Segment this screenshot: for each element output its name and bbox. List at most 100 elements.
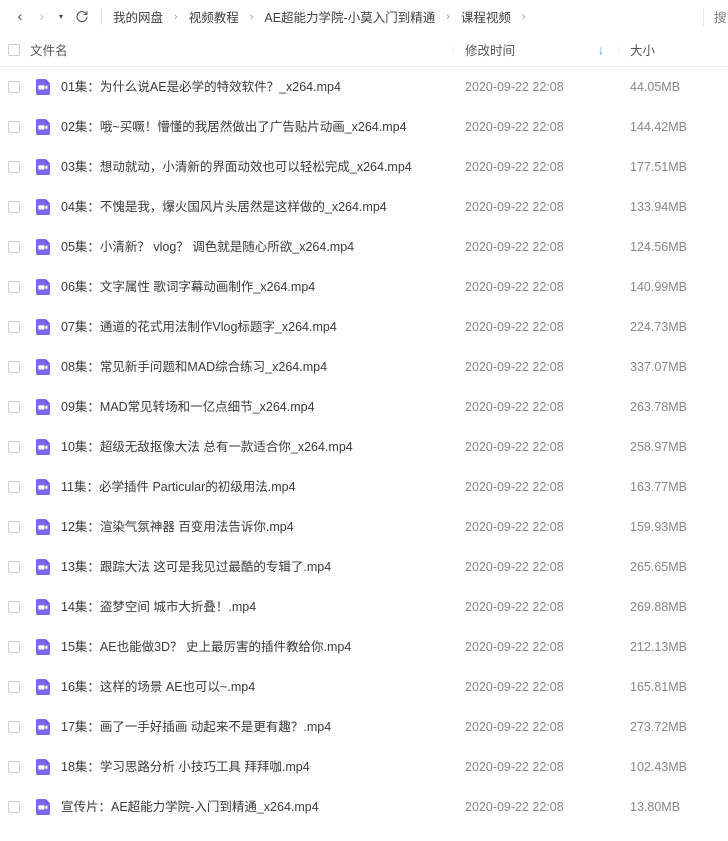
file-name-cell[interactable]: 05集：小清新？ vlog？ 调色就是随心所欲_x264.mp4 [26,238,453,256]
row-checkbox[interactable] [8,241,20,253]
table-row[interactable]: 08集：常见新手问题和MAD综合练习_x264.mp4 2020-09-22 2… [0,347,728,387]
file-name-cell[interactable]: 06集：文字属性 歌词字幕动画制作_x264.mp4 [26,278,453,296]
file-name-cell[interactable]: 16集：这样的场景 AE也可以~.mp4 [26,678,453,696]
table-row[interactable]: 18集：学习思路分析 小技巧工具 拜拜咖.mp4 2020-09-22 22:0… [0,747,728,787]
table-row[interactable]: 09集：MAD常见转场和一亿点细节_x264.mp4 2020-09-22 22… [0,387,728,427]
breadcrumb-item-3[interactable]: 课程视频 [459,6,513,27]
row-checkbox[interactable] [8,161,20,173]
row-checkbox[interactable] [8,201,20,213]
row-checkbox[interactable] [8,441,20,453]
file-name-cell[interactable]: 15集：AE也能做3D？ 史上最厉害的插件教给你.mp4 [26,638,453,656]
row-select-cell[interactable] [0,401,26,413]
breadcrumb-item-0[interactable]: 我的网盘 [111,6,165,27]
table-row[interactable]: 10集：超级无敌抠像大法 总有一款适合你_x264.mp4 2020-09-22… [0,427,728,467]
file-name-label: 05集：小清新？ vlog？ 调色就是随心所欲_x264.mp4 [61,239,355,254]
table-row[interactable]: 12集：渲染气氛神器 百变用法告诉你.mp4 2020-09-22 22:08 … [0,507,728,547]
row-checkbox[interactable] [8,481,20,493]
row-select-cell[interactable] [0,601,26,613]
row-select-cell[interactable] [0,441,26,453]
column-header-name[interactable]: 文件名 [26,40,453,59]
file-name-cell[interactable]: 03集：想动就动，小清新的界面动效也可以轻松完成_x264.mp4 [26,158,453,176]
modified-time-cell: 2020-09-22 22:08 [453,240,618,254]
file-name-cell[interactable]: 17集：画了一手好插画 动起来不是更有趣？.mp4 [26,718,453,736]
row-select-cell[interactable] [0,721,26,733]
file-size-cell: 133.94MB [618,200,728,214]
row-select-cell[interactable] [0,561,26,573]
row-select-cell[interactable] [0,761,26,773]
column-header-modified[interactable]: 修改时间 ↓ [453,40,618,59]
row-checkbox[interactable] [8,761,20,773]
row-select-cell[interactable] [0,121,26,133]
table-row[interactable]: 02集：哦~买噘！懵懂的我居然做出了广告贴片动画_x264.mp4 2020-0… [0,107,728,147]
row-checkbox[interactable] [8,641,20,653]
row-select-cell[interactable] [0,641,26,653]
row-checkbox[interactable] [8,81,20,93]
breadcrumb-item-1[interactable]: 视频教程 [187,6,241,27]
row-select-cell[interactable] [0,801,26,813]
file-name-cell[interactable]: 13集：跟踪大法 这可是我见过最酷的专辑了.mp4 [26,558,453,576]
row-select-cell[interactable] [0,321,26,333]
file-name-cell[interactable]: 04集：不愧是我，爆火国风片头居然是这样做的_x264.mp4 [26,198,453,216]
file-name-cell[interactable]: 09集：MAD常见转场和一亿点细节_x264.mp4 [26,398,453,416]
file-size-cell: 102.43MB [618,760,728,774]
file-name-cell[interactable]: 12集：渲染气氛神器 百变用法告诉你.mp4 [26,518,453,536]
row-checkbox[interactable] [8,321,20,333]
row-select-cell[interactable] [0,241,26,253]
file-name-cell[interactable]: 11集：必学插件 Particular的初级用法.mp4 [26,478,453,496]
sort-descending-icon[interactable]: ↓ [598,44,604,56]
row-select-cell[interactable] [0,361,26,373]
file-name-cell[interactable]: 10集：超级无敌抠像大法 总有一款适合你_x264.mp4 [26,438,453,456]
row-select-cell[interactable] [0,81,26,93]
modified-time-cell: 2020-09-22 22:08 [453,480,618,494]
select-all-cell[interactable] [0,43,26,56]
table-row[interactable]: 13集：跟踪大法 这可是我见过最酷的专辑了.mp4 2020-09-22 22:… [0,547,728,587]
table-row[interactable]: 01集：为什么说AE是必学的特效软件？_x264.mp4 2020-09-22 … [0,67,728,107]
refresh-button[interactable] [70,6,94,28]
history-dropdown-button[interactable]: ▾ [54,6,68,28]
back-button[interactable]: ‹ [10,6,30,28]
file-name-cell[interactable]: 07集：通道的花式用法制作Vlog标题字_x264.mp4 [26,318,453,336]
table-row[interactable]: 06集：文字属性 歌词字幕动画制作_x264.mp4 2020-09-22 22… [0,267,728,307]
file-size-cell: 212.13MB [618,640,728,654]
row-checkbox[interactable] [8,681,20,693]
table-row[interactable]: 14集：盗梦空间 城市大折叠！.mp4 2020-09-22 22:08 269… [0,587,728,627]
file-name-cell[interactable]: 08集：常见新手问题和MAD综合练习_x264.mp4 [26,358,453,376]
table-row[interactable]: 17集：画了一手好插画 动起来不是更有趣？.mp4 2020-09-22 22:… [0,707,728,747]
table-row[interactable]: 05集：小清新？ vlog？ 调色就是随心所欲_x264.mp4 2020-09… [0,227,728,267]
row-checkbox[interactable] [8,801,20,813]
table-row[interactable]: 03集：想动就动，小清新的界面动效也可以轻松完成_x264.mp4 2020-0… [0,147,728,187]
select-all-checkbox[interactable] [8,43,20,56]
row-checkbox[interactable] [8,121,20,133]
row-select-cell[interactable] [0,521,26,533]
row-checkbox[interactable] [8,601,20,613]
row-checkbox[interactable] [8,281,20,293]
file-size-cell: 124.56MB [618,240,728,254]
table-row[interactable]: 07集：通道的花式用法制作Vlog标题字_x264.mp4 2020-09-22… [0,307,728,347]
row-checkbox[interactable] [8,721,20,733]
row-checkbox[interactable] [8,561,20,573]
table-row[interactable]: 16集：这样的场景 AE也可以~.mp4 2020-09-22 22:08 16… [0,667,728,707]
file-name-cell[interactable]: 宣传片：AE超能力学院-入门到精通_x264.mp4 [26,798,453,816]
row-checkbox[interactable] [8,401,20,413]
row-select-cell[interactable] [0,281,26,293]
row-select-cell[interactable] [0,201,26,213]
file-name-label: 01集：为什么说AE是必学的特效软件？_x264.mp4 [61,79,341,94]
table-row[interactable]: 04集：不愧是我，爆火国风片头居然是这样做的_x264.mp4 2020-09-… [0,187,728,227]
table-row[interactable]: 11集：必学插件 Particular的初级用法.mp4 2020-09-22 … [0,467,728,507]
table-row[interactable]: 宣传片：AE超能力学院-入门到精通_x264.mp4 2020-09-22 22… [0,787,728,827]
row-select-cell[interactable] [0,681,26,693]
search-button[interactable]: 搜 [714,7,728,26]
breadcrumb-item-2[interactable]: AE超能力学院-小莫入门到精通 [262,6,437,27]
row-checkbox[interactable] [8,521,20,533]
row-select-cell[interactable] [0,481,26,493]
forward-button[interactable]: › [32,6,52,28]
modified-time-cell: 2020-09-22 22:08 [453,640,618,654]
file-name-cell[interactable]: 01集：为什么说AE是必学的特效软件？_x264.mp4 [26,78,453,96]
row-checkbox[interactable] [8,361,20,373]
file-name-cell[interactable]: 02集：哦~买噘！懵懂的我居然做出了广告贴片动画_x264.mp4 [26,118,453,136]
table-row[interactable]: 15集：AE也能做3D？ 史上最厉害的插件教给你.mp4 2020-09-22 … [0,627,728,667]
column-header-size[interactable]: 大小 [618,40,728,59]
row-select-cell[interactable] [0,161,26,173]
file-name-cell[interactable]: 14集：盗梦空间 城市大折叠！.mp4 [26,598,453,616]
file-name-cell[interactable]: 18集：学习思路分析 小技巧工具 拜拜咖.mp4 [26,758,453,776]
